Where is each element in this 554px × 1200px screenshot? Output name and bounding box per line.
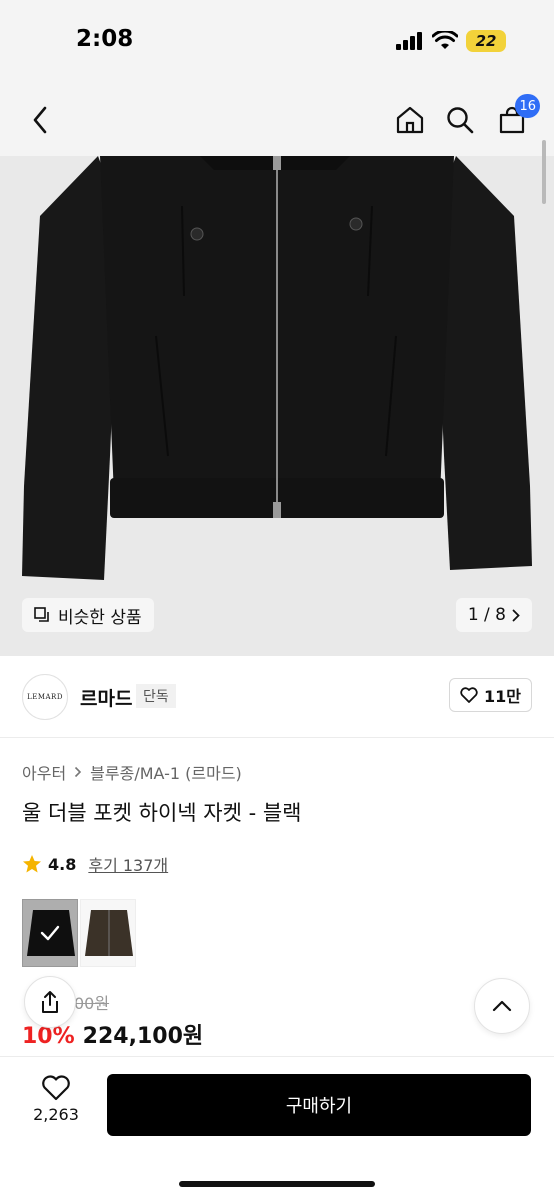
- selected-check: [23, 900, 77, 966]
- brand-like-count: 11만: [484, 687, 521, 706]
- chevron-right-icon: [75, 766, 82, 778]
- status-icons: 22: [396, 30, 506, 52]
- image-page-text: 1 / 8: [467, 605, 506, 625]
- wishlist-count: 2,263: [33, 1105, 79, 1124]
- bottom-action-bar: 2,263 구매하기: [0, 1056, 554, 1200]
- chevron-right-icon: [512, 609, 520, 621]
- color-option-black[interactable]: [22, 899, 78, 967]
- rating-row: 4.8 후기 137개: [22, 852, 168, 876]
- brand-like-button[interactable]: 11만: [449, 678, 532, 712]
- color-options: [22, 899, 136, 967]
- rating-score: 4.8: [48, 854, 77, 874]
- breadcrumb-subcategory[interactable]: 블루종/MA-1 (르마드): [90, 760, 242, 784]
- brand-name[interactable]: 르마드: [80, 684, 132, 711]
- buy-button-label: 구매하기: [285, 1096, 353, 1117]
- heart-icon: [42, 1075, 70, 1101]
- search-icon: [447, 107, 474, 134]
- share-button[interactable]: [24, 976, 76, 1028]
- similar-products-label: 비슷한 상품: [58, 607, 142, 628]
- brand-logo[interactable]: LEMARD: [22, 674, 68, 720]
- breadcrumb-category[interactable]: 아우터: [22, 760, 66, 784]
- status-time: 2:08: [76, 26, 134, 52]
- scrollbar[interactable]: [542, 140, 546, 204]
- brand-logo-text: LEMARD: [27, 693, 63, 701]
- home-button[interactable]: [390, 100, 430, 140]
- final-price: 224,100원: [82, 1024, 204, 1049]
- product-image: [22, 156, 532, 580]
- wifi-icon: [432, 31, 458, 49]
- signal-icon: [396, 32, 422, 50]
- battery-icon: 22: [466, 30, 506, 52]
- star-icon: [23, 855, 41, 873]
- cart-count-badge: 16: [515, 94, 540, 118]
- heart-icon: [460, 687, 478, 703]
- image-page-indicator[interactable]: 1 / 8: [455, 598, 532, 632]
- battery-level: 22: [475, 32, 497, 50]
- chevron-up-icon: [492, 1000, 512, 1012]
- product-image-gallery[interactable]: 비슷한 상품 1 / 8: [0, 156, 554, 656]
- search-button[interactable]: [440, 100, 480, 140]
- scroll-to-top-button[interactable]: [474, 978, 530, 1034]
- brand-row: LEMARD 르마드 단독 11만: [0, 656, 554, 738]
- color-option-brown[interactable]: [80, 899, 136, 967]
- product-title: 울 더블 포켓 하이넥 자켓 - 블랙: [22, 801, 302, 825]
- top-nav: 16: [0, 84, 554, 156]
- similar-products-button[interactable]: 비슷한 상품: [22, 598, 154, 632]
- exclusive-tag: 단독: [136, 684, 176, 708]
- similar-items-icon: [34, 607, 49, 622]
- back-button[interactable]: [20, 100, 60, 140]
- color-option-brown-image: [81, 900, 135, 966]
- cart-button[interactable]: 16: [492, 94, 540, 140]
- check-icon: [40, 925, 60, 941]
- buy-button[interactable]: 구매하기: [107, 1074, 531, 1136]
- home-indicator: [179, 1181, 375, 1187]
- status-bar: 2:08 22: [0, 0, 554, 84]
- share-icon: [42, 991, 58, 1013]
- breadcrumb: 아우터 블루종/MA-1 (르마드): [22, 760, 242, 784]
- reviews-link[interactable]: 후기 137개: [88, 852, 168, 876]
- wishlist-button[interactable]: 2,263: [22, 1075, 90, 1124]
- home-icon: [396, 106, 424, 134]
- chevron-left-icon: [33, 106, 47, 134]
